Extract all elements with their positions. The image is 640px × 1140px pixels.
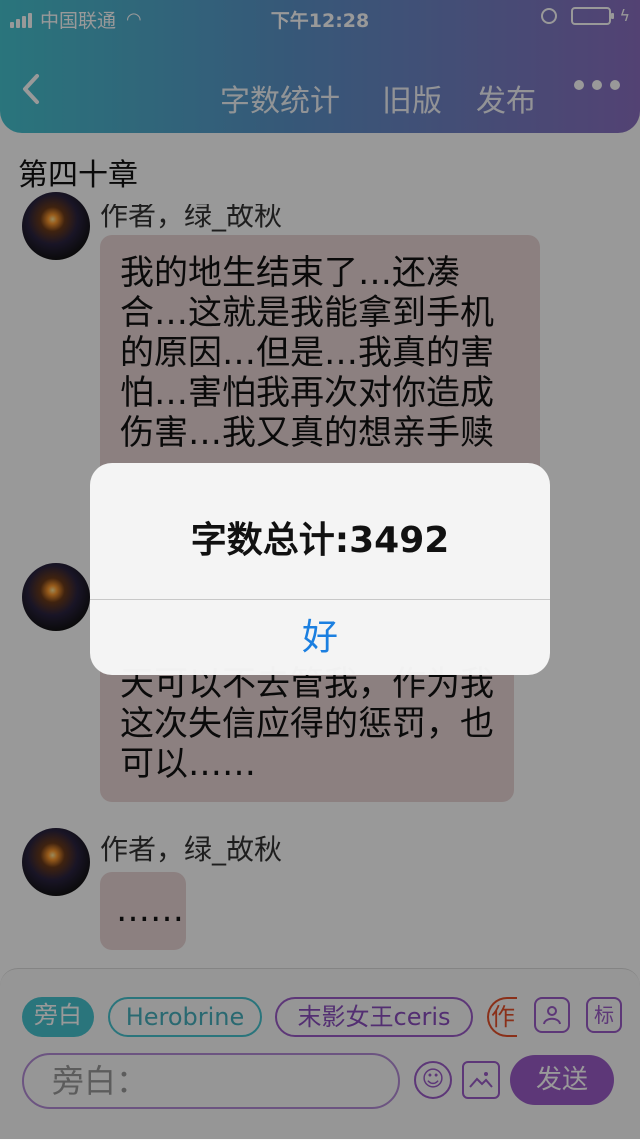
alert-title: 字数总计:3492 (190, 520, 450, 561)
alert-ok-button[interactable]: 好 (90, 600, 550, 675)
word-count-alert: 字数总计:3492 好 (90, 463, 550, 675)
